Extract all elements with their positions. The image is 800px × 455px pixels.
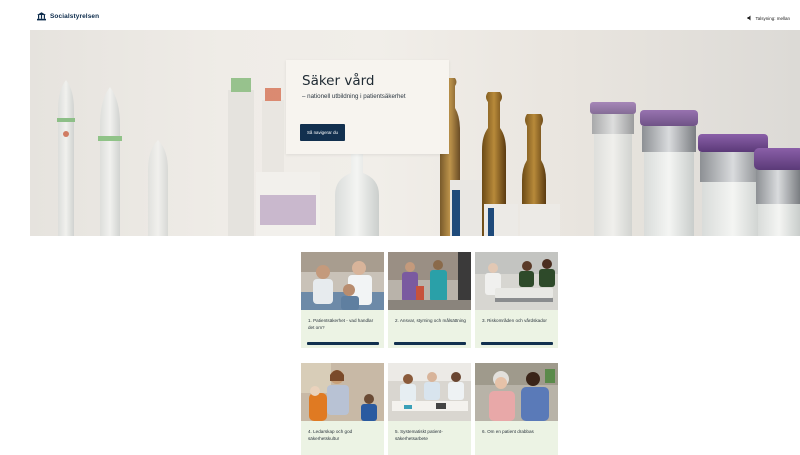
module-card-4[interactable]: 4. Ledarskap och god säkerhetskultur <box>301 363 384 455</box>
hero-title: Säker vård <box>302 73 375 89</box>
speech-toggle[interactable]: Talsyning: mellan <box>747 15 790 21</box>
hero-banner: Säker vård – nationell utbildning i pati… <box>30 30 800 236</box>
module-3-label: 3. Riskområden och vårdskador <box>482 318 547 323</box>
module-3-progress-bar <box>481 342 553 345</box>
module-1-photo <box>301 252 384 310</box>
module-card-2[interactable]: 2. Ansvar, styrning och målsättning <box>388 252 471 348</box>
module-card-5[interactable]: 5. Systematiskt patient-säkerhetsarbete <box>388 363 471 455</box>
module-1-label: 1. Patientsäkerhet - vad handlar det om? <box>308 318 374 330</box>
logo-text: Socialstyrelsen <box>50 13 100 20</box>
module-6-photo <box>475 363 558 421</box>
module-card-6[interactable]: 6. Om en patient drabbas <box>475 363 558 455</box>
top-bar: Socialstyrelsen Talsyning: mellan <box>0 0 800 30</box>
socialstyrelsen-logo-icon <box>36 12 47 21</box>
module-5-photo <box>388 363 471 421</box>
site-logo[interactable]: Socialstyrelsen <box>36 12 99 21</box>
navigation-help-button[interactable]: Så navigerar du <box>300 124 345 141</box>
module-2-photo <box>388 252 471 310</box>
hero-subtitle: – nationell utbildning i patientsäkerhet <box>302 93 406 100</box>
hero-card: Säker vård – nationell utbildning i pati… <box>286 60 449 154</box>
module-3-photo <box>475 252 558 310</box>
module-5-label: 5. Systematiskt patient-säkerhetsarbete <box>395 429 443 441</box>
module-4-label: 4. Ledarskap och god säkerhetskultur <box>308 429 353 441</box>
module-2-label: 2. Ansvar, styrning och målsättning <box>395 318 466 323</box>
module-6-label: 6. Om en patient drabbas <box>482 429 534 434</box>
speaker-icon <box>747 15 752 21</box>
module-1-progress-bar <box>307 342 379 345</box>
module-card-1[interactable]: 1. Patientsäkerhet - vad handlar det om? <box>301 252 384 348</box>
module-4-photo <box>301 363 384 421</box>
speech-label: Talsyning: mellan <box>755 15 790 21</box>
module-card-3[interactable]: 3. Riskområden och vårdskador <box>475 252 558 348</box>
module-2-progress-bar <box>394 342 466 345</box>
